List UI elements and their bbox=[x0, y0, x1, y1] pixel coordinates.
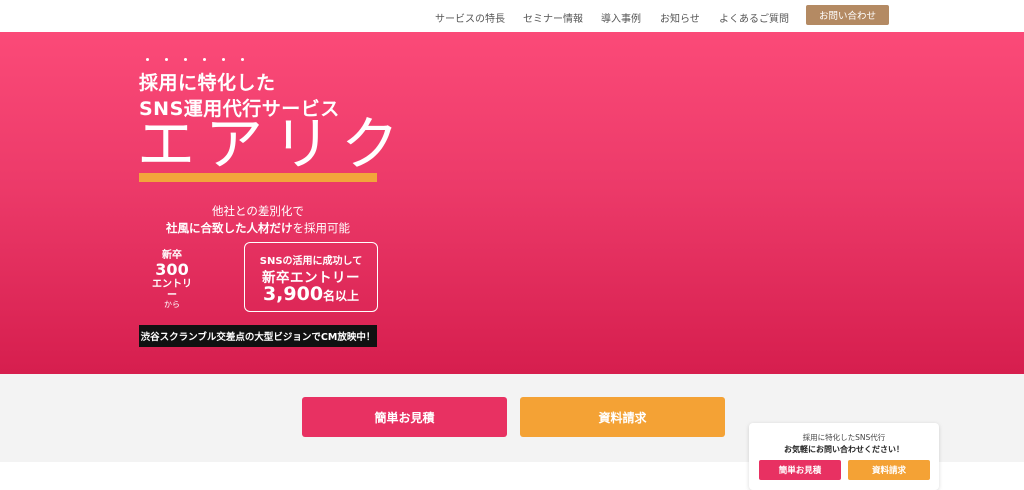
floating-line1: 採用に特化したSNS代行 bbox=[802, 433, 886, 442]
stat-box-line1: SNSの活用に成功して bbox=[259, 256, 363, 267]
nav-item-faq[interactable]: よくあるご質問 bbox=[719, 10, 789, 25]
stat-box-suffix: 名以上 bbox=[323, 289, 360, 303]
stat-success-box: SNSの活用に成功して 新卒エントリー 3,900名以上 bbox=[244, 242, 378, 312]
hero-headline-1: 採用に特化した bbox=[139, 72, 276, 94]
hero-tagline-2: 社風に合致した人材だけを採用可能 bbox=[0, 220, 516, 236]
stat-box-figure: 3,900名以上 bbox=[245, 283, 377, 305]
stat-new-grad-badge: 新卒 300 エントリー から bbox=[148, 250, 196, 309]
nav-item-seminar[interactable]: セミナー情報 bbox=[523, 10, 583, 25]
floating-docs-button[interactable]: 資料請求 bbox=[848, 460, 930, 480]
emphasis-dots bbox=[146, 58, 244, 61]
hero-tagline-2-rest: を採用可能 bbox=[292, 221, 351, 235]
request-docs-button[interactable]: 資料請求 bbox=[520, 397, 725, 437]
stat-left-line4: から bbox=[164, 299, 180, 309]
nav-item-features[interactable]: サービスの特長 bbox=[435, 10, 505, 25]
estimate-button[interactable]: 簡単お見積 bbox=[302, 397, 507, 437]
contact-button[interactable]: お問い合わせ bbox=[806, 5, 889, 25]
nav-item-news[interactable]: お知らせ bbox=[660, 10, 700, 25]
site-header: サービスの特長 セミナー情報 導入事例 お知らせ よくあるご質問 お問い合わせ bbox=[0, 0, 1024, 32]
nav-item-cases[interactable]: 導入事例 bbox=[601, 10, 641, 25]
hero-tagline-2-bold: 社風に合致した人材だけ bbox=[166, 221, 293, 235]
brand-logo-text: エアリク bbox=[137, 110, 410, 178]
stat-left-line3: エントリー bbox=[152, 278, 192, 301]
stat-box-number: 3,900 bbox=[262, 283, 324, 305]
hero-section: 採用に特化した SNS運用代行サービス エアリク 他社との差別化で 社風に合致し… bbox=[0, 32, 1024, 374]
floating-line2: お気軽にお問い合わせください！ bbox=[784, 445, 904, 454]
stat-left-number: 300 bbox=[155, 260, 189, 279]
hero-tagline-1: 他社との差別化で bbox=[212, 204, 304, 218]
cm-notice-bar: 渋谷スクランブル交差点の大型ビジョンでCM放映中！ bbox=[139, 325, 377, 347]
floating-contact-widget: 採用に特化したSNS代行 お気軽にお問い合わせください！ 簡単お見積 資料請求 bbox=[749, 423, 939, 490]
floating-estimate-button[interactable]: 簡単お見積 bbox=[759, 460, 841, 480]
